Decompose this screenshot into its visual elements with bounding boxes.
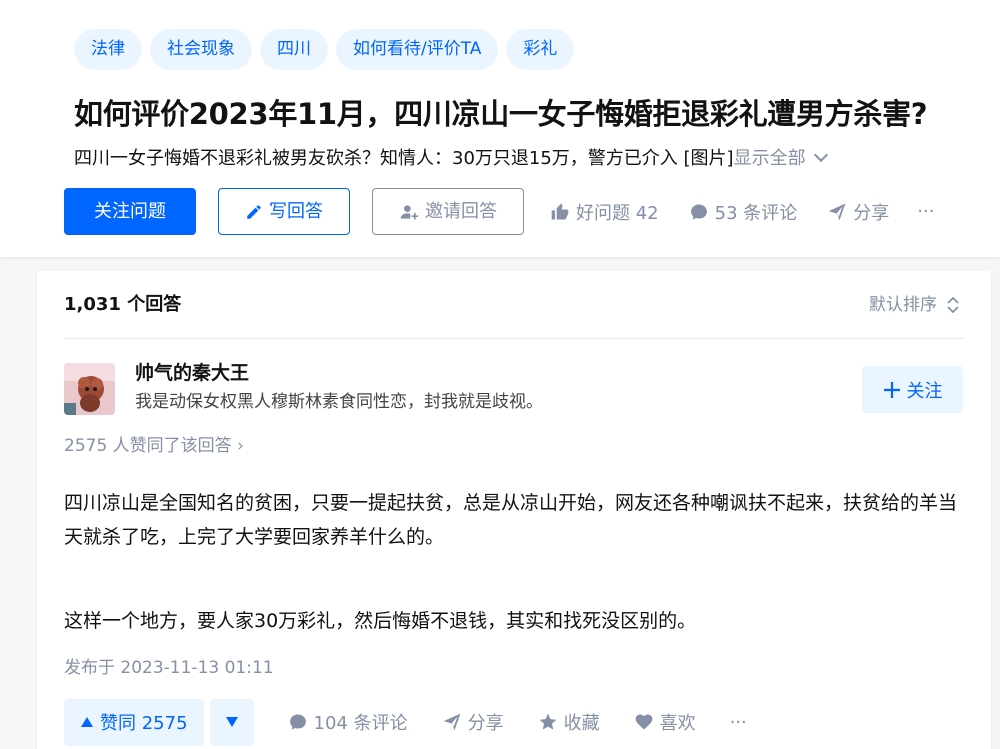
chevron-right-icon: ›: [237, 436, 244, 456]
question-comments-label: 53 条评论: [714, 202, 798, 224]
voters-label: 2575 人赞同了该回答: [64, 436, 232, 456]
author-name[interactable]: 帅气的秦大王: [135, 358, 249, 388]
question-actions: 关注问题 写回答 邀请回答 好问题 42 53 条评论 分享 ···: [64, 188, 934, 235]
triangle-up-icon: [81, 717, 93, 727]
show-all-link[interactable]: 显示全部: [734, 148, 806, 169]
published-time[interactable]: 发布于 2023-11-13 01:11: [64, 654, 274, 682]
comment-bubble-icon: [690, 204, 707, 219]
answer-comments-label: 104 条评论: [313, 713, 408, 734]
topic-tag[interactable]: 如何看待/评价TA: [336, 29, 499, 70]
paper-plane-icon: [828, 203, 846, 220]
voters-link[interactable]: 2575 人赞同了该回答 ›: [64, 432, 244, 460]
vote-up-button[interactable]: 赞同 2575: [64, 698, 204, 746]
question-header: 法律 社会现象 四川 如何看待/评价TA 彩礼 如何评价2023年11月，四川凉…: [0, 0, 1000, 257]
chevron-down-icon[interactable]: [813, 147, 828, 163]
follow-author-label: 关注: [906, 380, 943, 402]
question-title[interactable]: 如何评价2023年11月，四川凉山一女子悔婚拒退彩礼遭男方杀害?: [74, 92, 974, 136]
collect-label: 收藏: [563, 713, 600, 734]
topic-tag[interactable]: 彩礼: [506, 29, 575, 70]
divider: [64, 338, 964, 339]
topic-tag[interactable]: 法律: [74, 29, 142, 70]
good-question-label: 好问题 42: [576, 202, 659, 224]
like-button[interactable]: 喜欢: [634, 709, 696, 735]
question-detail[interactable]: 四川一女子悔婚不退彩礼被男友砍杀？知情人：30万只退15万，警方已介入 [图片]…: [74, 143, 954, 175]
topic-list: 法律 社会现象 四川 如何看待/评价TA 彩礼: [74, 29, 575, 70]
collect-button[interactable]: 收藏: [538, 709, 600, 735]
answer-paragraph: 四川凉山是全国知名的贫困，只要一提起扶贫，总是从凉山开始，网友还各种嘲讽扶不起来…: [64, 492, 958, 548]
follow-author-button[interactable]: 关注: [862, 366, 963, 413]
sort-label: 默认排序: [869, 295, 937, 315]
comment-bubble-icon: [289, 714, 306, 730]
answer-content: 四川凉山是全国知名的贫困，只要一提起扶贫，总是从凉山开始，网友还各种嘲讽扶不起来…: [64, 486, 964, 638]
share-answer-label: 分享: [467, 713, 504, 734]
question-comments-button[interactable]: 53 条评论: [689, 199, 798, 225]
paper-plane-icon: [443, 713, 460, 731]
vote-down-button[interactable]: [209, 698, 254, 746]
like-label: 喜欢: [659, 713, 696, 734]
invite-answer-button[interactable]: 邀请回答: [372, 188, 524, 235]
answer-paragraph: 这样一个地方，要人家30万彩礼，然后悔婚不退钱，其实和找死没区别的。: [64, 610, 697, 632]
topic-tag[interactable]: 四川: [260, 29, 328, 70]
avatar[interactable]: [64, 363, 115, 415]
answer-more-button[interactable]: ···: [730, 712, 747, 733]
sort-arrows-icon: [947, 296, 959, 314]
plus-icon: [883, 381, 900, 398]
answer-comments-button[interactable]: 104 条评论: [288, 709, 408, 735]
question-more-button[interactable]: ···: [917, 201, 934, 222]
share-question-button[interactable]: 分享: [827, 199, 889, 225]
write-answer-label: 写回答: [269, 201, 323, 222]
triangle-down-icon: [225, 717, 238, 727]
thumbs-up-icon: [551, 203, 569, 219]
answer-actions: 赞同 2575 104 条评论 分享 收藏 喜欢 ···: [64, 698, 747, 746]
share-question-label: 分享: [853, 202, 890, 224]
answer-count: 1,031 个回答: [64, 294, 182, 315]
author-bio: 我是动保女权黑人穆斯林素食同性恋，封我就是歧视。: [135, 392, 543, 412]
pencil-icon: [247, 204, 261, 219]
good-question-button[interactable]: 好问题 42: [550, 199, 659, 225]
answers-card: 1,031 个回答 默认排序 帅气的秦大王 我是动保女权黑人穆斯林素食同性恋，封…: [37, 271, 991, 749]
write-answer-button[interactable]: 写回答: [218, 188, 350, 235]
share-answer-button[interactable]: 分享: [442, 709, 504, 735]
star-icon: [539, 713, 556, 730]
heart-icon: [635, 714, 652, 730]
topic-tag[interactable]: 社会现象: [150, 29, 252, 70]
invite-user-icon: [400, 204, 419, 219]
vote-up-label: 赞同 2575: [100, 713, 188, 734]
sort-selector[interactable]: 默认排序: [869, 291, 959, 319]
follow-question-button[interactable]: 关注问题: [64, 188, 196, 235]
invite-answer-label: 邀请回答: [425, 201, 497, 222]
question-detail-text: 四川一女子悔婚不退彩礼被男友砍杀？知情人：30万只退15万，警方已介入 [图片]: [74, 148, 734, 169]
